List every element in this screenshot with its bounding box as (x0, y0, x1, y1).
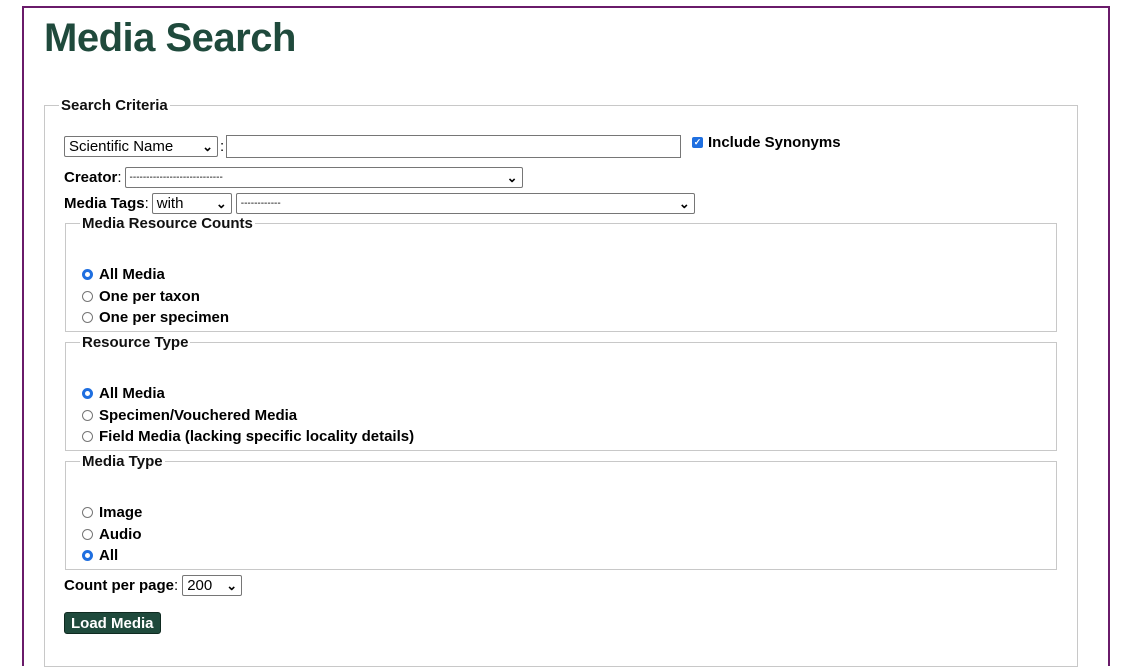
media-type-option[interactable]: Audio (82, 524, 142, 546)
resource-counts-option[interactable]: One per taxon (82, 286, 229, 308)
page-title: Media Search (44, 16, 296, 60)
option-label: Specimen/Vouchered Media (99, 406, 298, 424)
option-label: One per taxon (99, 287, 200, 305)
chevron-down-icon: ⌄ (202, 138, 213, 154)
media-type-option[interactable]: All (82, 545, 142, 567)
chevron-down-icon: ⌄ (678, 195, 690, 211)
radio-checked-icon[interactable] (82, 269, 93, 281)
resource-type-fieldset: Resource Type All Media Specimen/Voucher… (65, 334, 1057, 451)
media-tags-mode-selected: with (156, 195, 184, 212)
count-per-page-select[interactable]: 200 ⌄ (182, 575, 243, 596)
search-term-input[interactable] (226, 135, 682, 158)
media-tags-mode-select[interactable]: with ⌄ (151, 193, 232, 214)
chevron-down-icon: ⌄ (226, 577, 238, 593)
count-per-page-label: Count per page (64, 577, 175, 594)
include-synonyms-checkbox[interactable]: ✓ (692, 137, 703, 148)
media-type-legend: Media Type (82, 453, 163, 470)
chevron-down-icon: ⌄ (506, 169, 518, 185)
media-tags-label: Media Tags (64, 195, 145, 212)
resource-counts-legend: Media Resource Counts (82, 215, 253, 232)
creator-row: Creator: ---------------------------- ⌄ (64, 167, 523, 188)
option-label: All Media (99, 385, 165, 403)
radio-icon[interactable] (82, 409, 93, 421)
creator-label: Creator (64, 169, 118, 186)
count-per-page-selected: 200 (187, 577, 213, 594)
radio-checked-icon[interactable] (82, 388, 93, 400)
option-label: Field Media (lacking specific locality d… (99, 428, 415, 446)
include-synonyms-row: ✓ Include Synonyms (692, 134, 841, 151)
resource-counts-fieldset: Media Resource Counts All Media One per … (65, 215, 1057, 332)
resource-type-option[interactable]: Specimen/Vouchered Media (82, 405, 414, 427)
radio-checked-icon[interactable] (82, 550, 93, 562)
resource-counts-option[interactable]: One per specimen (82, 307, 229, 329)
radio-icon[interactable] (82, 290, 93, 302)
option-label: All Media (99, 266, 165, 284)
radio-icon[interactable] (82, 528, 93, 540)
resource-type-option[interactable]: Field Media (lacking specific locality d… (82, 426, 414, 448)
media-tags-select[interactable]: ------------ ⌄ (235, 193, 695, 214)
radio-icon[interactable] (82, 312, 93, 324)
media-tags-row: Media Tags: with ⌄ ------------ ⌄ (64, 193, 695, 214)
radio-icon[interactable] (82, 431, 93, 443)
count-per-page-row: Count per page: 200 ⌄ (64, 575, 243, 596)
resource-type-option[interactable]: All Media (82, 383, 414, 405)
include-synonyms-label: Include Synonyms (708, 134, 841, 151)
search-criteria-legend: Search Criteria (61, 97, 168, 114)
radio-icon[interactable] (82, 507, 93, 519)
option-label: Image (99, 504, 143, 522)
search-field-separator: : (220, 138, 225, 155)
creator-selected: ---------------------------- (129, 172, 223, 183)
resource-type-legend: Resource Type (82, 334, 189, 351)
option-label: One per specimen (99, 309, 230, 327)
media-type-fieldset: Media Type Image Audio All (65, 453, 1057, 570)
media-type-option[interactable]: Image (82, 502, 142, 524)
option-label: All (99, 547, 119, 565)
chevron-down-icon: ⌄ (215, 195, 227, 211)
search-field-selected: Scientific Name (69, 138, 174, 155)
option-label: Audio (99, 525, 142, 543)
load-media-button[interactable]: Load Media (64, 612, 161, 634)
media-tags-selected: ------------ (240, 198, 281, 209)
search-field-select[interactable]: Scientific Name ⌄ (64, 136, 218, 157)
resource-counts-option[interactable]: All Media (82, 264, 229, 286)
creator-select[interactable]: ---------------------------- ⌄ (124, 167, 523, 188)
search-field-row: Scientific Name ⌄ : (64, 135, 682, 158)
